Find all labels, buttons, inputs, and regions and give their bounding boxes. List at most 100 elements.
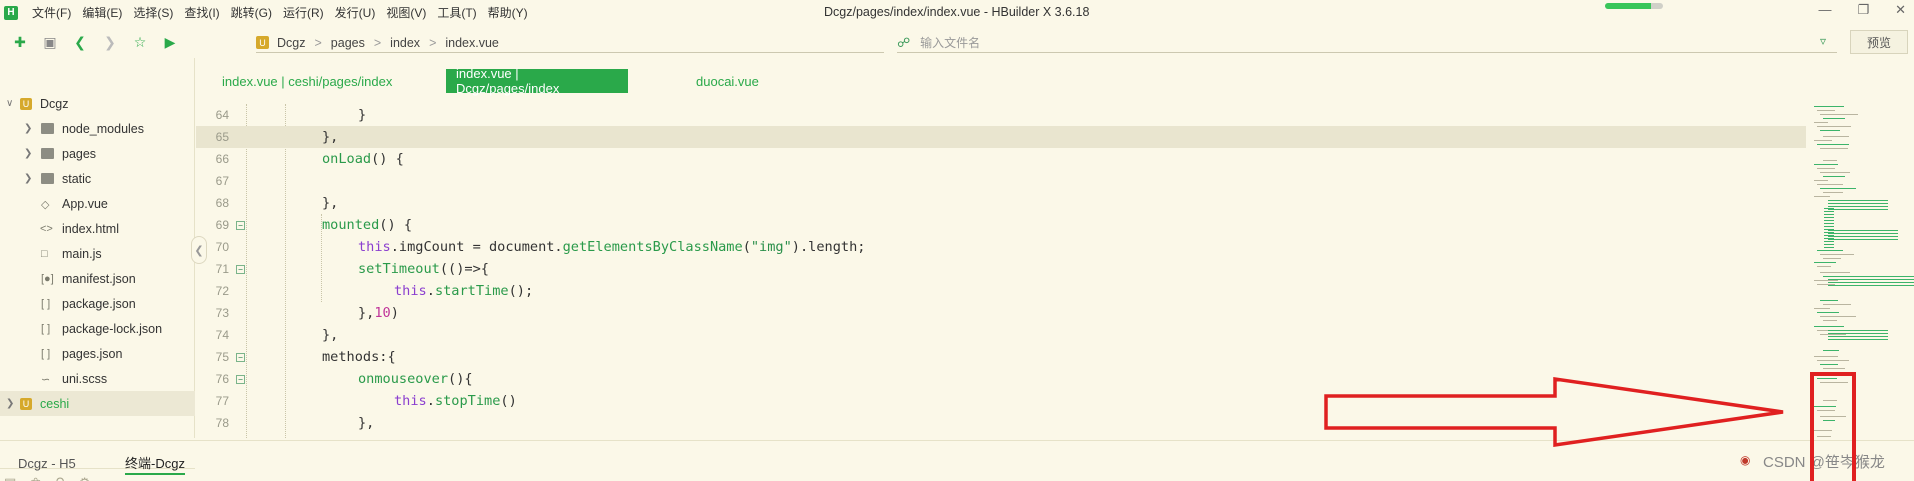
minimap-line bbox=[1820, 272, 1850, 273]
breadcrumb-item[interactable]: pages bbox=[331, 36, 365, 50]
tab-console-h5[interactable]: Dcgz - H5 bbox=[18, 451, 76, 475]
tree-label: manifest.json bbox=[62, 271, 136, 286]
menu-goto[interactable]: 跳转(G) bbox=[231, 4, 272, 21]
tree-project-dcgz[interactable]: ∨ U Dcgz bbox=[0, 91, 195, 116]
line-number: 68 bbox=[215, 196, 229, 210]
code-line: 77 this.stopTime() bbox=[196, 390, 1806, 412]
tree-file-uni-scss[interactable]: ∽ uni.scss bbox=[0, 366, 195, 391]
fold-toggle-icon[interactable]: − bbox=[236, 220, 245, 230]
code-text: methods:{ bbox=[322, 349, 396, 365]
menu-edit[interactable]: 编辑(E) bbox=[82, 4, 122, 21]
fold-toggle-icon[interactable]: − bbox=[236, 374, 245, 384]
chevron-down-icon[interactable]: ∨ bbox=[6, 98, 13, 109]
tree-file-pages-json[interactable]: [ ] pages.json bbox=[0, 341, 195, 366]
minimap-line bbox=[1820, 316, 1856, 317]
tab-terminal-dcgz[interactable]: 终端-Dcgz bbox=[125, 451, 185, 475]
line-number: 70 bbox=[215, 240, 229, 254]
line-number: 75 bbox=[215, 350, 229, 364]
fold-toggle-icon[interactable]: − bbox=[236, 264, 245, 274]
minimap-line bbox=[1814, 140, 1832, 141]
breadcrumb-item[interactable]: index bbox=[390, 36, 420, 50]
tree-folder-static[interactable]: ❯ static bbox=[0, 166, 195, 191]
chevron-right-icon[interactable]: ❯ bbox=[24, 123, 32, 134]
menu-publish[interactable]: 发行(U) bbox=[335, 4, 376, 21]
tree-folder-pages[interactable]: ❯ pages bbox=[0, 141, 195, 166]
folder-icon bbox=[41, 123, 54, 134]
run-icon[interactable]: ▶ bbox=[160, 32, 180, 52]
minimap-line bbox=[1817, 378, 1837, 379]
menu-view[interactable]: 视图(V) bbox=[386, 4, 426, 21]
tree-file-package-lock-json[interactable]: [ ] package-lock.json bbox=[0, 316, 195, 341]
chevron-right-icon[interactable]: ❯ bbox=[24, 148, 32, 159]
save-icon[interactable]: ▣ bbox=[40, 32, 60, 52]
json-file-icon: [ ] bbox=[41, 298, 51, 310]
tree-label: pages.json bbox=[62, 346, 123, 361]
menu-tools[interactable]: 工具(T) bbox=[437, 4, 476, 21]
chevron-right-icon[interactable]: ❯ bbox=[6, 398, 14, 409]
new-file-icon[interactable]: ✚ bbox=[10, 32, 30, 52]
tree-project-ceshi[interactable]: ❯ U ceshi bbox=[0, 391, 195, 416]
title-bar: H 文件(F) 编辑(E) 选择(S) 查找(I) 跳转(G) 运行(R) 发行… bbox=[0, 0, 1914, 25]
minimap-line bbox=[1823, 136, 1849, 137]
scss-file-icon: ∽ bbox=[41, 374, 51, 386]
minimap-block bbox=[1828, 230, 1898, 242]
minimap-line bbox=[1817, 436, 1831, 437]
menu-run[interactable]: 运行(R) bbox=[283, 4, 324, 21]
restore-icon[interactable]: ❐ bbox=[1857, 2, 1869, 18]
tab-duocai[interactable]: duocai.vue bbox=[686, 69, 769, 93]
line-number: 65 bbox=[215, 130, 229, 144]
minimap-line bbox=[1820, 364, 1838, 365]
code-line: 64 } bbox=[196, 104, 1806, 126]
js-file-icon: □ bbox=[41, 248, 48, 260]
tree-file-main-js[interactable]: □ main.js bbox=[0, 241, 195, 266]
back-icon[interactable]: ❮ bbox=[70, 32, 90, 52]
toolbar: ✚ ▣ ❮ ❯ ☆ ▶ U Dcgz > pages > index > ind… bbox=[0, 26, 1914, 58]
chevron-right-icon[interactable]: ❯ bbox=[24, 173, 32, 184]
close-icon[interactable]: ✕ bbox=[1895, 2, 1906, 18]
code-editor[interactable]: 64 } 65 }, 66 onLoad() { 67 68 }, 69 − m… bbox=[196, 104, 1806, 438]
menu-select[interactable]: 选择(S) bbox=[133, 4, 173, 21]
tree-file-manifest-json[interactable]: [●] manifest.json bbox=[0, 266, 195, 291]
star-icon[interactable]: ☆ bbox=[130, 32, 150, 52]
file-search-input[interactable]: ☍ 输入文件名 bbox=[897, 33, 1837, 53]
tree-label: Dcgz bbox=[40, 96, 69, 111]
error-status-icon[interactable]: ◉ bbox=[1740, 453, 1750, 467]
fold-toggle-icon[interactable]: − bbox=[236, 352, 245, 362]
code-text: mounted() { bbox=[322, 217, 413, 233]
breadcrumb-item[interactable]: Dcgz bbox=[277, 36, 305, 50]
line-number: 77 bbox=[215, 394, 229, 408]
tree-file-app-vue[interactable]: ◇ App.vue bbox=[0, 191, 195, 216]
breadcrumb-item[interactable]: index.vue bbox=[445, 36, 499, 50]
code-minimap[interactable] bbox=[1806, 100, 1914, 481]
folder-icon bbox=[41, 173, 54, 184]
folder-icon bbox=[41, 148, 54, 159]
code-text: }, bbox=[322, 327, 339, 343]
minimize-icon[interactable]: — bbox=[1818, 2, 1831, 18]
tree-file-package-json[interactable]: [ ] package.json bbox=[0, 291, 195, 316]
preview-button[interactable]: 预览 bbox=[1850, 30, 1908, 54]
minimap-line bbox=[1820, 172, 1850, 173]
minimap-line bbox=[1814, 308, 1830, 309]
tree-file-index-html[interactable]: <> index.html bbox=[0, 216, 195, 241]
breadcrumb: U Dcgz > pages > index > index.vue bbox=[256, 33, 884, 53]
minimap-line bbox=[1814, 372, 1828, 373]
filter-icon[interactable]: ▿ bbox=[1820, 34, 1826, 48]
minimap-block bbox=[1828, 330, 1888, 342]
forward-icon[interactable]: ❯ bbox=[100, 32, 120, 52]
menu-help[interactable]: 帮助(Y) bbox=[488, 4, 528, 21]
menu-find[interactable]: 查找(I) bbox=[184, 4, 219, 21]
minimap-line bbox=[1817, 410, 1835, 411]
minimap-line bbox=[1820, 416, 1846, 417]
menu-bar: 文件(F) 编辑(E) 选择(S) 查找(I) 跳转(G) 运行(R) 发行(U… bbox=[32, 4, 539, 21]
minimap-line bbox=[1823, 320, 1837, 321]
tree-label: uni.scss bbox=[62, 371, 108, 386]
tree-folder-node-modules[interactable]: ❯ node_modules bbox=[0, 116, 195, 141]
code-text: this.imgCount = document.getElementsByCl… bbox=[358, 239, 866, 255]
progress-bar bbox=[1605, 3, 1663, 9]
menu-file[interactable]: 文件(F) bbox=[32, 4, 71, 21]
tab-index-ceshi[interactable]: index.vue | ceshi/pages/index bbox=[212, 69, 402, 93]
minimap-block bbox=[1828, 200, 1888, 212]
watermark: CSDN @笹岑猴龙 bbox=[1763, 454, 1885, 471]
tab-index-dcgz[interactable]: index.vue | Dcgz/pages/index bbox=[446, 66, 628, 96]
tree-label: static bbox=[62, 171, 92, 186]
